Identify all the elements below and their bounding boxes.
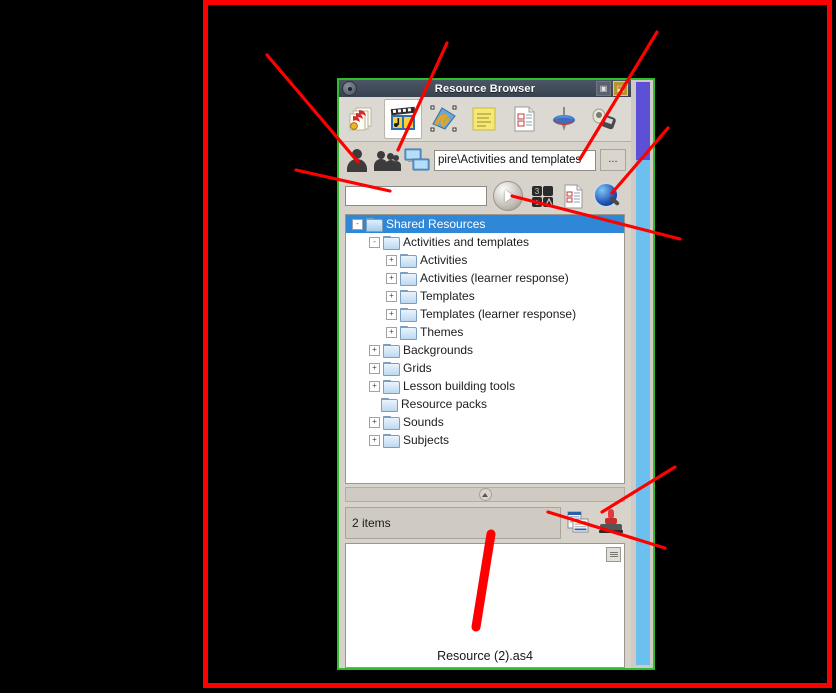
tree-node-label: Resource packs <box>401 397 488 411</box>
browse-button[interactable]: ... <box>600 149 626 171</box>
tree-node-label: Lesson building tools <box>403 379 516 393</box>
tree-node[interactable]: - Shared Resources <box>346 215 624 233</box>
search-input[interactable] <box>345 186 487 206</box>
side-tab-strip[interactable] <box>631 80 653 668</box>
preview-options-icon[interactable] <box>606 547 621 562</box>
expand-node-icon[interactable]: + <box>386 272 397 284</box>
expand-node-icon[interactable]: + <box>369 416 380 428</box>
expand-node-icon[interactable]: + <box>369 380 380 392</box>
single-person-icon[interactable] <box>344 147 370 173</box>
side-tab-purple[interactable] <box>636 82 650 160</box>
stamp-icon[interactable] <box>597 509 625 537</box>
folder-icon <box>383 416 400 430</box>
group-people-icon[interactable] <box>374 147 401 173</box>
expand-node-icon[interactable]: + <box>386 254 397 266</box>
tree-node-label: Templates (learner response) <box>420 307 577 321</box>
restore-icon[interactable]: ▣ <box>596 81 611 96</box>
page-icon[interactable] <box>506 100 542 138</box>
play-go-icon[interactable] <box>493 181 523 211</box>
tree-node[interactable]: + Lesson building tools <box>346 377 624 395</box>
close-icon[interactable] <box>342 81 357 96</box>
collapse-up-icon[interactable] <box>478 488 492 501</box>
shapes-icon[interactable] <box>426 100 462 138</box>
expand-node-icon[interactable]: + <box>369 344 380 356</box>
folder-icon <box>400 254 417 268</box>
folder-icon <box>400 290 417 304</box>
expand-node-icon[interactable]: + <box>386 326 397 338</box>
status-row: 2 items <box>345 507 625 539</box>
window-main-column: Resource Browser ▣ ⬓ pire\Activities and… <box>339 80 631 668</box>
folder-icon <box>366 218 383 232</box>
window-title-bar[interactable]: Resource Browser ▣ ⬓ <box>339 80 631 97</box>
details-view-icon[interactable] <box>561 183 587 209</box>
spinner-icon[interactable] <box>546 100 582 138</box>
tree-node[interactable]: + Grids <box>346 359 624 377</box>
side-tab-blue[interactable] <box>636 160 650 665</box>
resources-icon[interactable] <box>344 100 380 138</box>
tree-node[interactable]: + Templates <box>346 287 624 305</box>
folder-icon <box>400 272 417 286</box>
expand-node-icon[interactable]: + <box>369 362 380 374</box>
collapse-node-icon[interactable]: - <box>369 236 380 248</box>
folder-icon <box>383 434 400 448</box>
tree-node[interactable]: + Themes <box>346 323 624 341</box>
app-menu-icon[interactable]: ⬓ <box>613 81 628 96</box>
multimedia-icon[interactable] <box>384 99 422 139</box>
folder-icon <box>381 398 398 412</box>
expand-node-icon[interactable]: + <box>386 290 397 302</box>
device-icon[interactable] <box>586 100 622 138</box>
folder-icon <box>383 362 400 376</box>
tree-node[interactable]: + Sounds <box>346 413 624 431</box>
tree-node[interactable]: + Activities (learner response) <box>346 269 624 287</box>
tree-node[interactable]: - Activities and templates <box>346 233 624 251</box>
tree-node-label: Templates <box>420 289 475 303</box>
path-input[interactable]: pire\Activities and templates <box>434 149 596 171</box>
folder-icon <box>383 236 400 250</box>
resource-tree[interactable]: - Shared Resources - Activities and templat… <box>345 214 625 484</box>
svg-text:3: 3 <box>535 187 540 196</box>
search-row: 3 1 <box>339 178 631 214</box>
tree-node-label: Shared Resources <box>386 217 486 231</box>
tree-collapse-bar[interactable] <box>345 487 625 502</box>
notes-icon[interactable] <box>466 100 502 138</box>
annotation-frame-top <box>203 0 832 5</box>
preview-panel[interactable]: Resource (2).as4 <box>345 543 625 668</box>
sort-numeric-icon[interactable]: 3 1 <box>529 183 555 209</box>
preview-file-label: Resource (2).as4 <box>437 649 533 663</box>
tree-node-label: Activities and templates <box>403 235 530 249</box>
leaf-node-spacer <box>369 400 378 409</box>
network-computer-icon[interactable] <box>404 147 430 173</box>
path-row: pire\Activities and templates ... <box>339 142 631 178</box>
folder-icon <box>383 344 400 358</box>
tree-node-label: Themes <box>420 325 464 339</box>
tree-node[interactable]: + Activities <box>346 251 624 269</box>
page-title: Resource Browser <box>434 82 536 95</box>
folder-icon <box>400 326 417 340</box>
tree-node-label: Activities (learner response) <box>420 271 569 285</box>
list-view-icon[interactable] <box>566 510 592 536</box>
svg-text:1: 1 <box>535 200 539 207</box>
tree-node-label: Subjects <box>403 433 450 447</box>
collapse-node-icon[interactable]: - <box>352 218 363 230</box>
tree-node[interactable]: + Templates (learner response) <box>346 305 624 323</box>
status-badge: 2 items <box>345 507 561 539</box>
category-toolbar[interactable] <box>339 97 631 142</box>
tree-node-label: Grids <box>403 361 432 375</box>
tree-node[interactable]: Resource packs <box>346 395 624 413</box>
tree-node-label: Backgrounds <box>403 343 474 357</box>
tree-node-label: Activities <box>420 253 468 267</box>
magnifier-search-icon[interactable] <box>593 182 621 210</box>
tree-node[interactable]: + Backgrounds <box>346 341 624 359</box>
tree-node[interactable]: + Subjects <box>346 431 624 449</box>
resource-browser-window: Resource Browser ▣ ⬓ pire\Activities and… <box>337 78 655 670</box>
expand-node-icon[interactable]: + <box>386 308 397 320</box>
tree-node-label: Sounds <box>403 415 444 429</box>
folder-icon <box>400 308 417 322</box>
expand-node-icon[interactable]: + <box>369 434 380 446</box>
folder-icon <box>383 380 400 394</box>
